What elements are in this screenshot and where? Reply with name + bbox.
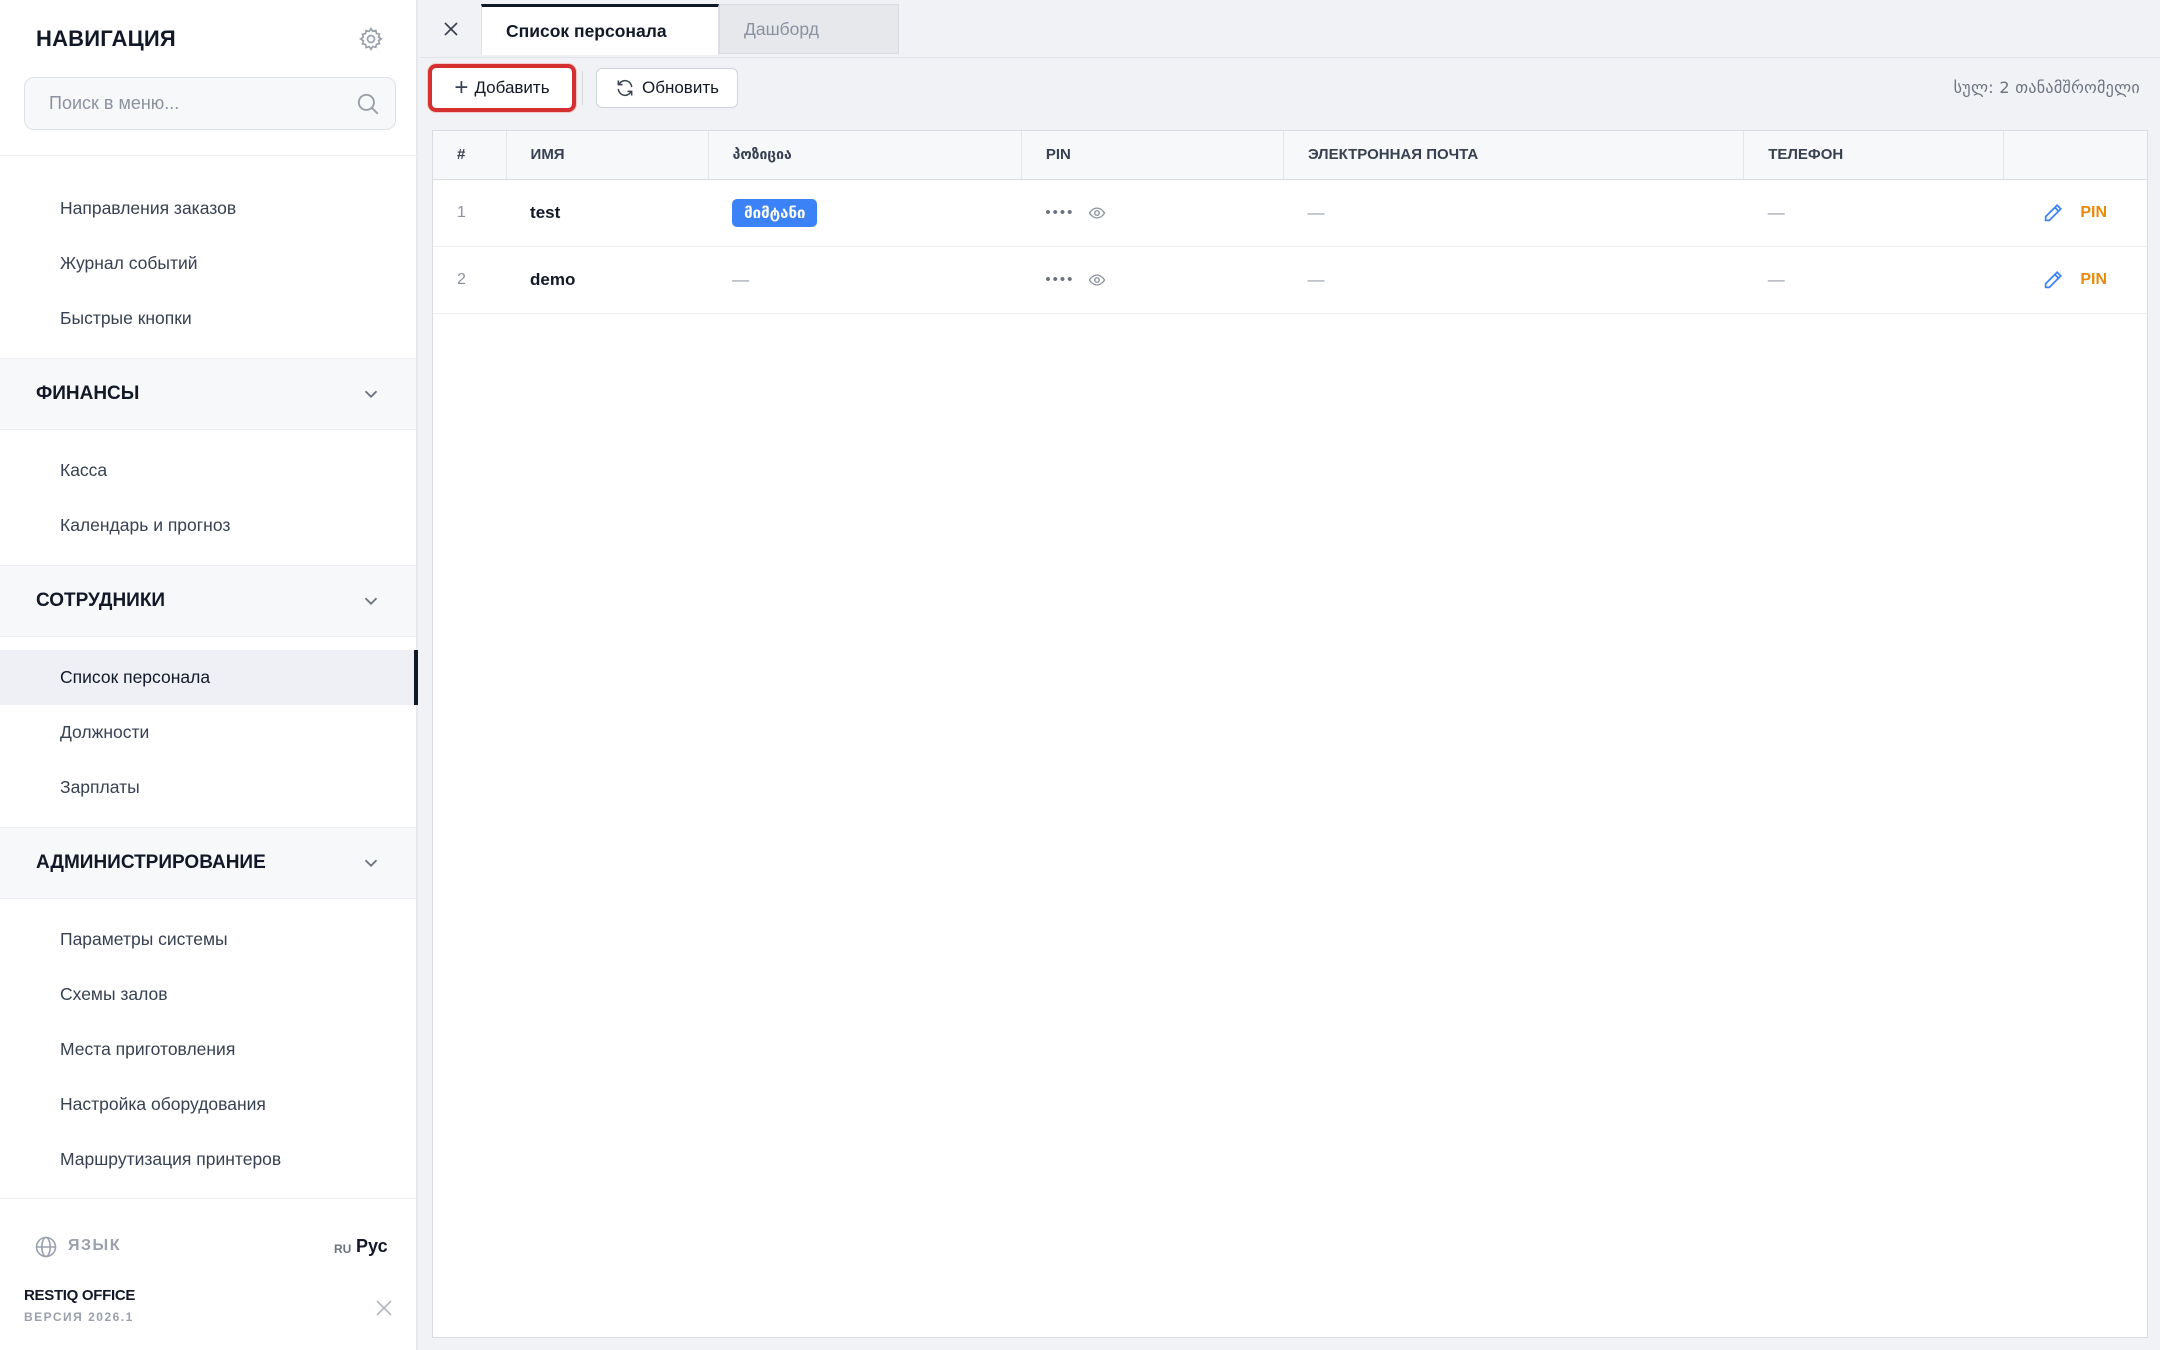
- chevron-down-icon: [364, 390, 378, 399]
- column-header-pin: PIN: [1021, 131, 1284, 180]
- toolbar-divider: [582, 71, 583, 105]
- row-name: test: [506, 179, 709, 247]
- section-finance[interactable]: ФИНАНСЫ: [0, 358, 416, 430]
- row-email: —: [1283, 246, 1744, 314]
- column-header-phone[interactable]: ТЕЛЕФОН: [1743, 131, 2005, 180]
- refresh-icon: [617, 79, 633, 97]
- sidebar-item-staff-list[interactable]: Список персонала: [0, 650, 418, 705]
- row-pin: ••••: [1021, 179, 1284, 247]
- section-staff[interactable]: СОТРУДНИКИ: [0, 565, 416, 637]
- refresh-button-label: Обновить: [642, 78, 719, 97]
- app-version: ВЕРСИЯ 2026.1: [24, 1310, 134, 1324]
- row-number: 2: [433, 246, 507, 314]
- section-admin-title: АДМИНИСТРИРОВАНИЕ: [36, 852, 266, 873]
- toolbar: + Добавить Обновить სულ: 2 თანამშრომელი: [420, 58, 2160, 118]
- language-label: ЯЗЫК: [68, 1237, 121, 1254]
- reset-pin-button[interactable]: PIN: [2080, 204, 2107, 222]
- pencil-icon[interactable]: [2042, 269, 2064, 291]
- language-switcher[interactable]: ЯЗЫК RU Рус: [0, 1198, 416, 1294]
- sidebar-item-salaries[interactable]: Зарплаты: [0, 760, 416, 815]
- close-icon: [444, 22, 458, 36]
- plus-icon: +: [454, 74, 469, 101]
- tab-bar: Список персонала Дашборд: [420, 0, 2160, 58]
- row-position: —: [708, 246, 1022, 314]
- menu-search-input[interactable]: [49, 78, 349, 128]
- table-row[interactable]: 1 test მიმტანი •••• — — PIN: [433, 179, 2147, 247]
- menu-search: [24, 77, 396, 130]
- chevron-down-icon: [364, 859, 378, 868]
- row-actions: PIN: [2003, 246, 2147, 314]
- brand-name: RESTIQ OFFICE: [24, 1287, 136, 1304]
- sidebar-item-order-directions[interactable]: Направления заказов: [0, 181, 416, 236]
- language-code: RU: [334, 1242, 352, 1256]
- chevron-down-icon: [364, 597, 378, 606]
- sidebar-item-positions[interactable]: Должности: [0, 705, 416, 760]
- row-number: 1: [433, 179, 507, 247]
- table-row[interactable]: 2 demo — •••• — — PIN: [433, 246, 2147, 314]
- eye-icon[interactable]: [1088, 204, 1106, 222]
- column-header-number: #: [433, 131, 507, 180]
- sidebar-item-cooking-places[interactable]: Места приготовления: [0, 1022, 416, 1077]
- sidebar-item-cash[interactable]: Касса: [0, 443, 416, 498]
- sidebar-title: НАВИГАЦИЯ: [36, 26, 176, 51]
- sidebar-item-equipment[interactable]: Настройка оборудования: [0, 1077, 416, 1132]
- tab-dashboard[interactable]: Дашборд: [719, 4, 899, 54]
- search-icon: [357, 93, 379, 115]
- reset-pin-button[interactable]: PIN: [2080, 271, 2107, 289]
- sidebar: НАВИГАЦИЯ Направления заказов Журнал соб…: [0, 0, 418, 1350]
- row-name: demo: [506, 246, 709, 314]
- row-phone: —: [1743, 246, 2004, 314]
- close-icon[interactable]: [372, 1296, 396, 1320]
- refresh-button[interactable]: Обновить: [596, 68, 738, 108]
- row-email: —: [1283, 179, 1744, 247]
- column-header-actions: [2003, 131, 2147, 180]
- total-count: სულ: 2 თანამშრომელი: [1953, 78, 2140, 97]
- sidebar-item-event-log[interactable]: Журнал событий: [0, 236, 416, 291]
- column-header-name[interactable]: ИМЯ: [506, 131, 709, 180]
- row-phone: —: [1743, 179, 2004, 247]
- sidebar-item-calendar[interactable]: Календарь и прогноз: [0, 498, 416, 553]
- row-position: მიმტანი: [708, 179, 1022, 247]
- sidebar-item-system-params[interactable]: Параметры системы: [0, 912, 416, 967]
- row-actions: PIN: [2003, 179, 2147, 247]
- add-button-label: Добавить: [474, 78, 550, 97]
- eye-icon[interactable]: [1088, 271, 1106, 289]
- pencil-icon[interactable]: [2042, 202, 2064, 224]
- pin-masked: ••••: [1045, 271, 1075, 288]
- column-header-email[interactable]: ЭЛЕКТРОННАЯ ПОЧТА: [1283, 131, 1745, 180]
- sidebar-item-hall-schemes[interactable]: Схемы залов: [0, 967, 416, 1022]
- staff-table: # ИМЯ პოზიცია PIN ЭЛЕКТРОННАЯ ПОЧТА ТЕЛЕ…: [432, 130, 2148, 1338]
- add-button[interactable]: + Добавить: [428, 64, 576, 112]
- close-tabs-button[interactable]: [436, 14, 466, 44]
- gear-icon[interactable]: [358, 26, 384, 52]
- row-pin: ••••: [1021, 246, 1284, 314]
- language-value[interactable]: Рус: [356, 1236, 388, 1257]
- table-header-row: # ИМЯ პოზიცია PIN ЭЛЕКТРОННАЯ ПОЧТА ТЕЛЕ…: [433, 131, 2147, 180]
- sidebar-menu: Направления заказов Журнал событий Быстр…: [0, 155, 418, 1198]
- sidebar-item-printer-routing[interactable]: Маршрутизация принтеров: [0, 1132, 416, 1187]
- column-header-position[interactable]: პოზიცია: [708, 131, 1022, 180]
- section-finance-title: ФИНАНСЫ: [36, 383, 140, 404]
- globe-icon: [35, 1236, 57, 1258]
- position-badge: მიმტანი: [732, 198, 818, 227]
- sidebar-item-quick-buttons[interactable]: Быстрые кнопки: [0, 291, 416, 346]
- section-admin[interactable]: АДМИНИСТРИРОВАНИЕ: [0, 827, 416, 899]
- section-staff-title: СОТРУДНИКИ: [36, 590, 166, 611]
- tab-staff-list[interactable]: Список персонала: [481, 4, 719, 55]
- pin-masked: ••••: [1045, 204, 1075, 221]
